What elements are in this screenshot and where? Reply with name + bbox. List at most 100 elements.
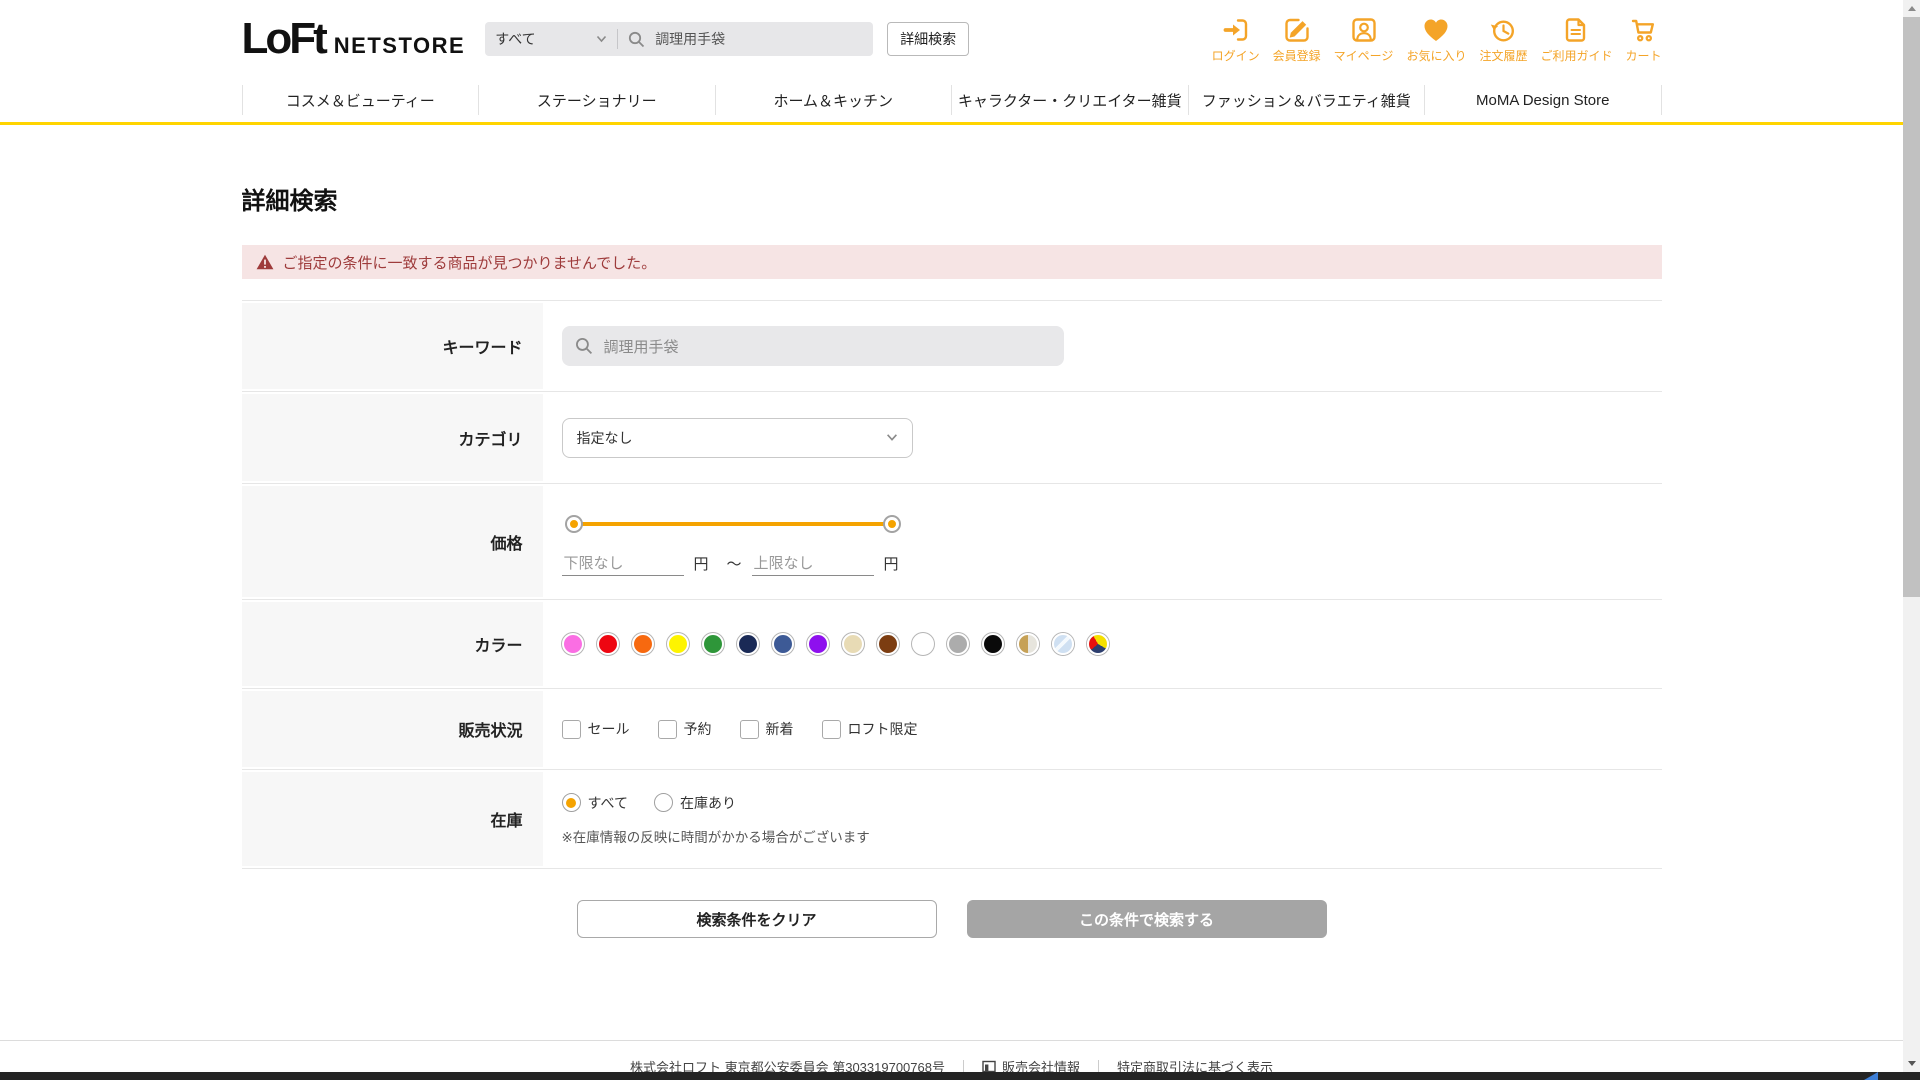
register-icon <box>1284 18 1309 42</box>
header-search-input[interactable] <box>653 30 854 48</box>
checkbox-loft-limited[interactable]: ロフト限定 <box>821 719 918 739</box>
nav-item-character-goods[interactable]: キャラクター・クリエイター雑貨 <box>952 90 1188 111</box>
radio-stock-all[interactable]: すべて <box>561 793 628 813</box>
quick-link-label: 会員登録 <box>1272 48 1321 63</box>
price-label: 価格 <box>241 484 543 599</box>
quick-link-login[interactable]: ログイン <box>1212 15 1260 64</box>
color-swatch-multicolor[interactable] <box>1086 633 1109 655</box>
quick-link-cart[interactable]: カート <box>1625 15 1662 64</box>
scrollbar-down-button[interactable] <box>1903 1055 1920 1072</box>
main-content: 詳細検索 ご指定の条件に一致する商品が見つかりませんでした。 キーワード 調理用… <box>241 181 1662 938</box>
color-swatch-orange[interactable] <box>631 633 654 655</box>
search-icon <box>629 31 645 47</box>
radio-icon <box>653 793 673 812</box>
triangle-up-icon <box>1907 6 1916 11</box>
checkbox-label: 新着 <box>765 721 794 737</box>
site-header: LoFt NETSTORE すべて 調理用手袋 詳細検索 ログイン 会員登録 マ… <box>0 0 1903 125</box>
mypage-icon <box>1351 17 1376 42</box>
price-inputs: 円 ～ 円 <box>561 551 907 576</box>
form-row-stock: 在庫 すべて 在庫あり ※在庫情報の反映に時間がかかる場合がございます <box>241 770 1662 869</box>
scrollbar-thumb[interactable] <box>1903 17 1920 597</box>
header-search-category-value: すべて <box>495 31 536 47</box>
keyword-input[interactable] <box>601 336 1051 356</box>
logo-loft-text: LoFt <box>241 14 328 63</box>
radio-icon-selected <box>561 793 581 812</box>
color-swatch-clear[interactable] <box>1051 633 1074 655</box>
quick-link-label: ログイン <box>1211 48 1260 63</box>
price-unit-label: 円 <box>883 556 899 573</box>
header-search-category-select[interactable]: すべて <box>495 29 607 49</box>
quick-link-register[interactable]: 会員登録 <box>1273 15 1321 64</box>
scrollbar-up-button[interactable] <box>1903 0 1920 17</box>
checkbox-icon <box>561 719 581 739</box>
search-bar-divider <box>617 29 619 49</box>
quick-link-label: ご利用ガイド <box>1540 48 1613 63</box>
price-slider-max-handle[interactable] <box>884 516 899 531</box>
color-swatch-purple[interactable] <box>806 633 829 655</box>
form-row-keyword: キーワード <box>241 301 1662 392</box>
checkbox-reservation[interactable]: 予約 <box>657 719 712 739</box>
price-range-separator: ～ <box>726 556 742 573</box>
login-icon <box>1223 18 1247 41</box>
price-max-input[interactable] <box>751 551 874 576</box>
page-title: 詳細検索 <box>241 188 338 215</box>
quick-link-favorites[interactable]: お気に入り <box>1406 15 1466 64</box>
form-row-price: 価格 円 ～ 円 <box>241 484 1662 600</box>
color-swatch-green[interactable] <box>701 633 724 655</box>
nav-item-stationery[interactable]: ステーショナリー <box>479 90 715 111</box>
color-swatch-gold-silver[interactable] <box>1016 633 1039 655</box>
detail-search-button[interactable]: 詳細検索 <box>887 22 970 56</box>
advanced-search-form: キーワード カテゴリ 指定なし <box>241 300 1662 869</box>
color-swatch-yellow[interactable] <box>666 633 689 655</box>
cart-icon <box>1632 19 1655 41</box>
quick-link-label: お気に入り <box>1406 48 1467 63</box>
nav-divider <box>1660 85 1662 115</box>
favorites-icon <box>1424 19 1448 41</box>
search-icon <box>575 338 592 355</box>
clear-conditions-button[interactable]: 検索条件をクリア <box>576 900 937 938</box>
color-swatch-beige[interactable] <box>841 633 864 655</box>
chevron-down-icon <box>597 35 607 43</box>
color-swatch-pink[interactable] <box>561 633 584 655</box>
color-swatch-white[interactable] <box>911 633 934 655</box>
color-swatch-black[interactable] <box>981 633 1004 655</box>
chevron-down-icon <box>886 434 897 441</box>
color-swatch-red[interactable] <box>596 633 619 655</box>
quick-link-mypage[interactable]: マイページ <box>1333 15 1394 64</box>
sales-status-label: 販売状況 <box>241 689 543 769</box>
header-quick-links: ログイン 会員登録 マイページ お気に入り 注文履歴 ご利用ガイド カート <box>1212 15 1662 64</box>
radio-stock-available[interactable]: 在庫あり <box>653 793 736 813</box>
price-slider-min-handle[interactable] <box>566 516 581 531</box>
price-slider-track <box>573 521 892 526</box>
color-swatch-navy[interactable] <box>736 633 759 655</box>
quick-link-label: マイページ <box>1333 48 1394 63</box>
checkbox-label: セール <box>587 721 630 737</box>
error-message: ご指定の条件に一致する商品が見つかりませんでした。 <box>282 254 657 272</box>
color-swatch-row <box>561 633 1109 655</box>
color-swatch-blue[interactable] <box>771 633 794 655</box>
quick-link-guide[interactable]: ご利用ガイド <box>1540 15 1612 64</box>
nav-item-cosmetics[interactable]: コスメ＆ビューティー <box>243 90 479 111</box>
quick-link-order-history[interactable]: 注文履歴 <box>1479 15 1527 64</box>
loft-netstore-logo[interactable]: LoFt NETSTORE <box>242 17 466 61</box>
nav-item-home-kitchen[interactable]: ホーム＆キッチン <box>716 90 952 111</box>
radio-label: すべて <box>587 794 628 811</box>
taskbar-edge-strip <box>0 1072 1920 1080</box>
category-selected-value: 指定なし <box>576 429 633 446</box>
nav-item-fashion-variety[interactable]: ファッション＆バラエティ雑貨 <box>1189 90 1425 111</box>
price-range-slider[interactable] <box>566 512 899 536</box>
color-swatch-gray[interactable] <box>946 633 969 655</box>
category-select[interactable]: 指定なし <box>561 417 913 458</box>
checkbox-new-arrival[interactable]: 新着 <box>739 719 794 739</box>
search-with-conditions-button[interactable]: この条件で検索する <box>966 900 1327 938</box>
price-min-input[interactable] <box>561 551 684 576</box>
sales-status-options: セール 予約 新着 ロフト限定 <box>561 719 918 739</box>
browser-scrollbar[interactable] <box>1903 0 1920 1072</box>
form-row-category: カテゴリ 指定なし <box>241 392 1662 484</box>
checkbox-sale[interactable]: セール <box>561 719 630 739</box>
price-unit-label: 円 <box>693 556 709 573</box>
color-swatch-brown[interactable] <box>876 633 899 655</box>
main-nav: コスメ＆ビューティー ステーショナリー ホーム＆キッチン キャラクター・クリエイ… <box>0 78 1903 125</box>
form-actions: 検索条件をクリア この条件で検索する <box>242 900 1662 938</box>
nav-item-moma-design-store[interactable]: MoMA Design Store <box>1425 92 1661 109</box>
